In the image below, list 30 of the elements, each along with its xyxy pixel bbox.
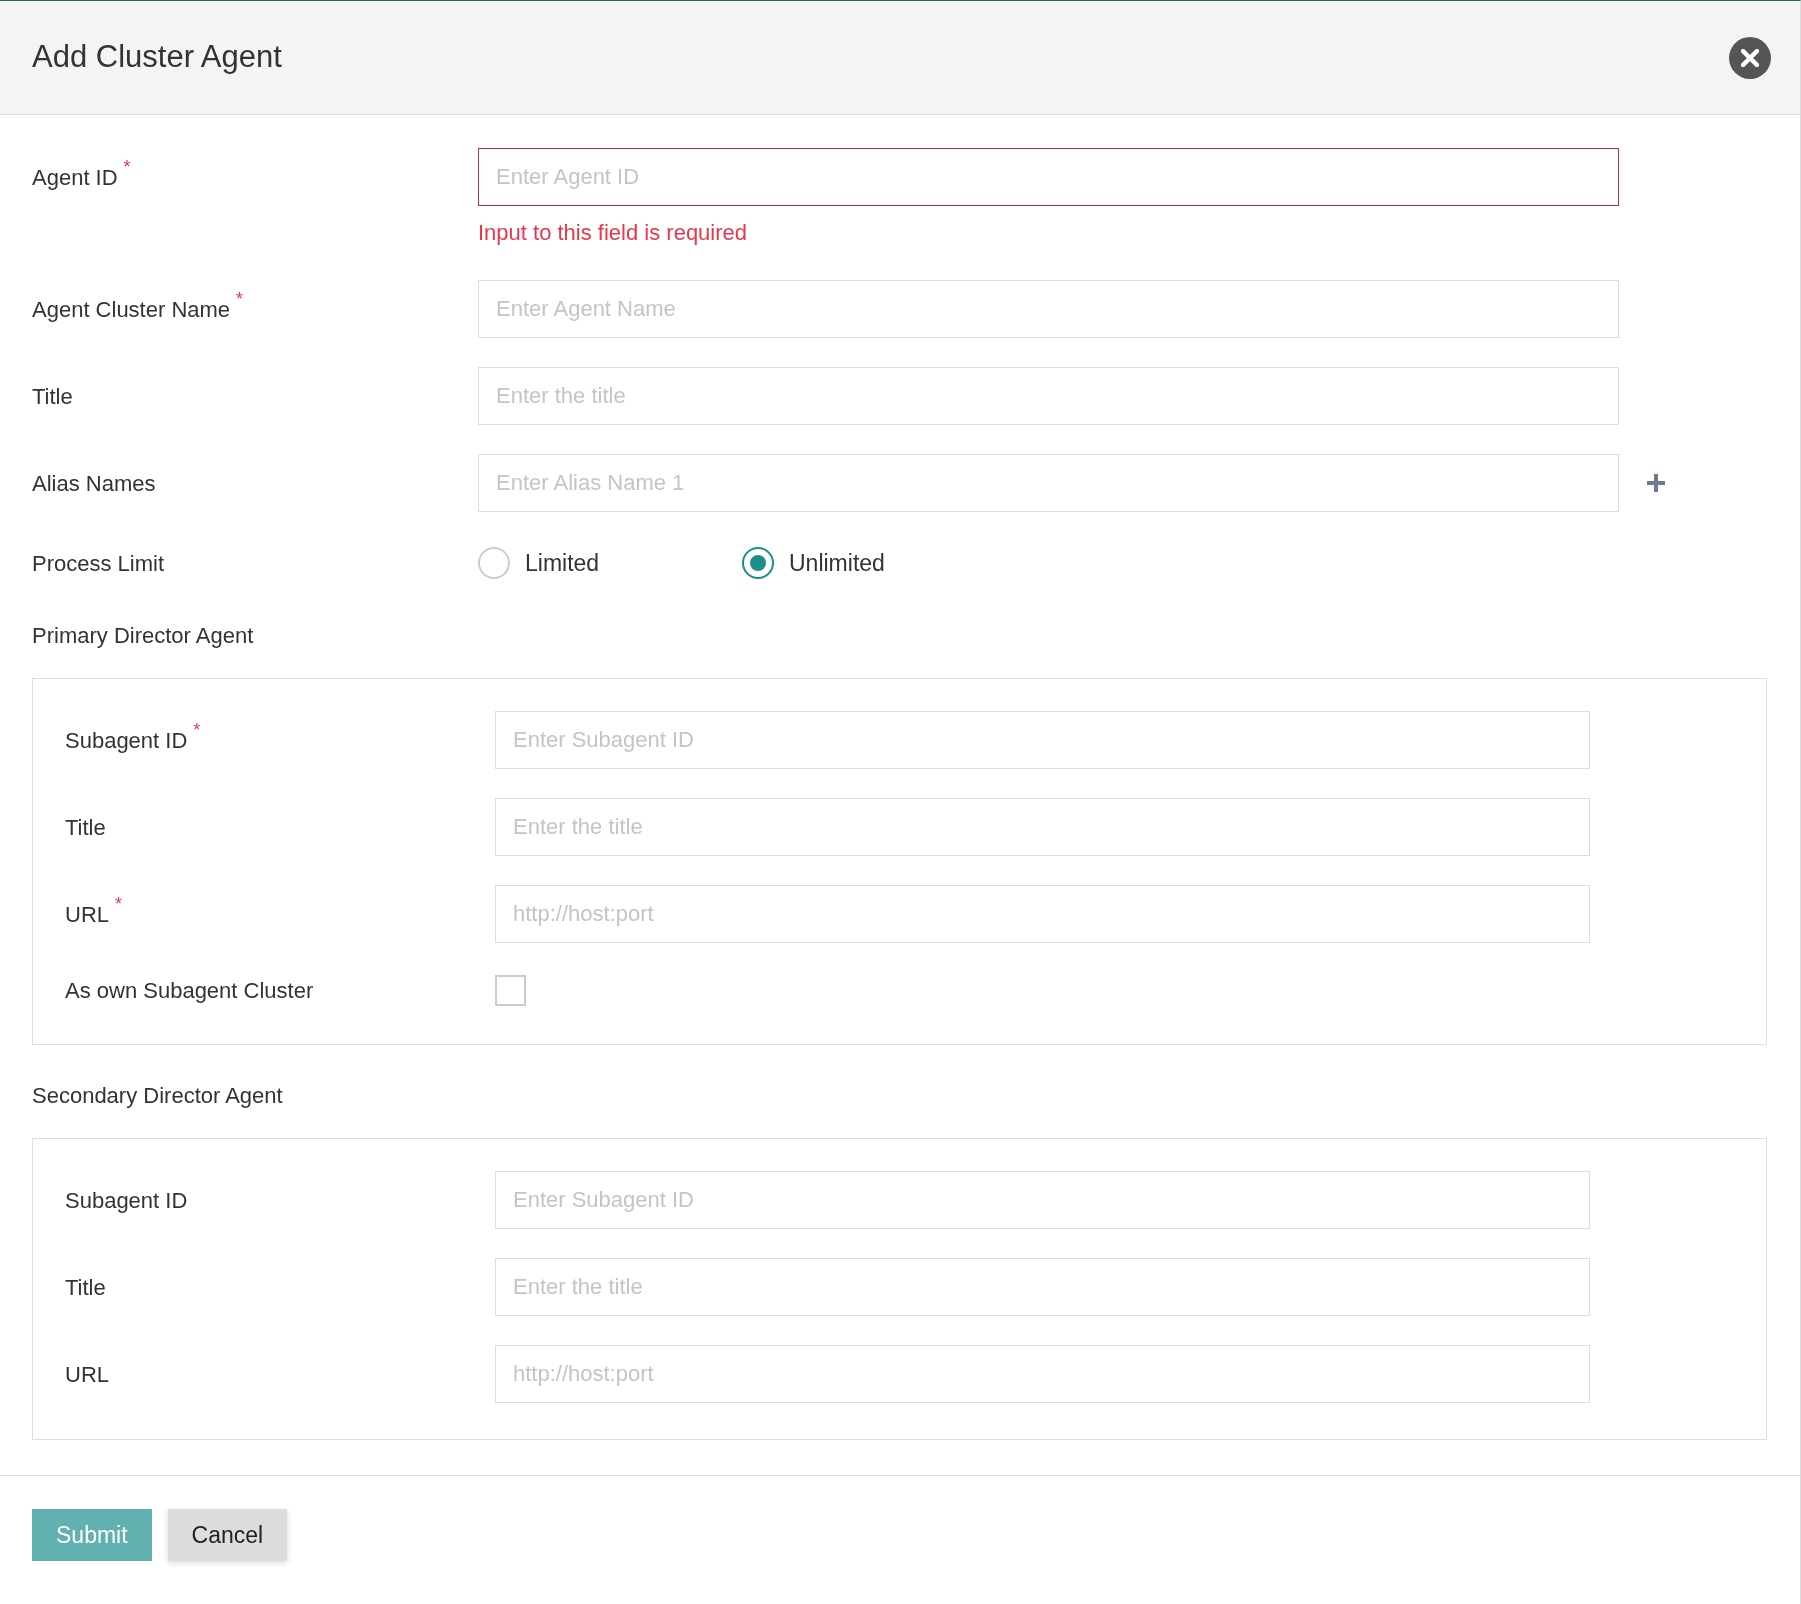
field-label: Agent Cluster Name — [32, 295, 231, 324]
field-label: Title — [32, 382, 73, 411]
plus-icon — [1646, 473, 1666, 493]
error-message: Input to this field is required — [478, 219, 749, 247]
radio-button[interactable] — [742, 547, 774, 579]
required-asterisk: * — [236, 288, 244, 311]
field-label: Subagent ID — [65, 726, 188, 755]
radio-option[interactable]: Unlimited — [742, 545, 1006, 581]
field-label: Process Limit — [32, 549, 165, 578]
field-label: Agent ID — [32, 163, 118, 192]
field-label: URL — [65, 900, 109, 929]
input-field[interactable]: Enter Agent ID — [478, 148, 1619, 206]
field-label: As own Subagent Cluster — [65, 976, 314, 1005]
field-label: Title — [65, 1273, 106, 1302]
required-asterisk: * — [115, 893, 123, 916]
field-label: URL — [65, 1360, 109, 1389]
section-title: Primary Director Agent — [32, 621, 255, 650]
field-label: Title — [65, 813, 106, 842]
field-label: Subagent ID — [65, 1186, 188, 1215]
radio-option[interactable]: Limited — [478, 545, 742, 581]
close-button[interactable] — [1729, 36, 1771, 79]
required-asterisk: * — [193, 719, 201, 742]
radio-button[interactable] — [478, 547, 510, 579]
checkbox[interactable] — [495, 974, 526, 1006]
cancel-button[interactable]: Cancel — [167, 1509, 288, 1561]
close-icon — [1741, 48, 1759, 67]
dialog-title: Add Cluster Agent — [32, 38, 282, 77]
field-label: Alias Names — [32, 469, 156, 498]
section-title: Secondary Director Agent — [32, 1081, 284, 1110]
required-asterisk: * — [123, 156, 131, 179]
